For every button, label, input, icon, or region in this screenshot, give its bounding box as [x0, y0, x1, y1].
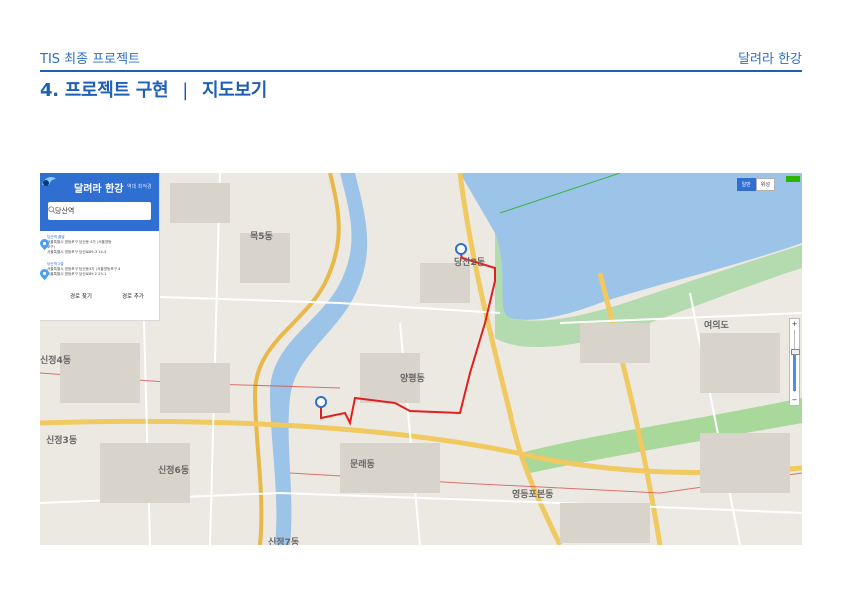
find-route-button[interactable]: 경로 찾기 — [66, 290, 96, 302]
map-label-9: 신정3동 — [46, 434, 77, 446]
route-panel: 달려라 한강 역대 최적경 당산역 당산역 출발 서울특별시 영등포구 당산동 … — [40, 173, 160, 321]
section-subtitle: 지도보기 — [202, 80, 268, 101]
zoom-control[interactable]: + − — [789, 318, 800, 406]
location-pin-icon[interactable] — [40, 239, 49, 250]
search-value: 당산역 — [55, 207, 75, 215]
han-river — [460, 173, 802, 320]
end-marker — [455, 243, 467, 255]
entry-line: 서울특별시 영등포구 당산로89 2 23-1 — [47, 272, 107, 276]
list-item[interactable]: 당산역 출발 서울특별시 영등포구 당산동 4가 (서울영등 포구) 서울특별시… — [47, 235, 155, 255]
header-divider — [40, 70, 802, 72]
map-label-6: 양평동 — [400, 372, 425, 384]
list-item[interactable]: 당산역 2출 서울특별시 영등포구 당산동3가 (서울영등포구 4 서울특별시 … — [47, 262, 155, 277]
add-route-button[interactable]: 경로 추가 — [118, 290, 148, 302]
start-marker — [315, 396, 327, 408]
location-pin-icon[interactable] — [40, 269, 49, 280]
search-input[interactable]: 당산역 — [48, 202, 151, 220]
map-label-7: 목5동 — [250, 231, 273, 242]
entry-line: 서울특별시 영등포구 당산로89-3 14-4 — [47, 250, 107, 254]
page-title: 4. 프로젝트 구현 | 지도보기 — [40, 76, 267, 102]
map-type-normal[interactable]: 일반 — [736, 178, 756, 191]
zoom-slider-handle[interactable] — [791, 349, 800, 355]
map-label-4: 신정4동 — [40, 354, 71, 366]
header-right: 달려라 한강 — [738, 52, 802, 67]
app-brand-sub: 역대 최적경 — [127, 184, 152, 190]
app-logo-icon — [42, 177, 56, 186]
panel-header: 달려라 한강 역대 최적경 당산역 — [40, 173, 159, 231]
map-provider-logo — [786, 176, 800, 182]
title-separator: | — [182, 80, 189, 101]
app-brand: 달려라 한강 — [74, 184, 124, 195]
map-label-3: 신정7동 — [268, 536, 299, 545]
map-type-toggle[interactable]: 일반 위성 — [736, 178, 775, 191]
zoom-out-icon[interactable]: − — [790, 396, 799, 404]
map-label-5: 신정6동 — [158, 464, 189, 476]
map-label-0: 당산2동 — [454, 256, 485, 268]
map-type-satellite[interactable]: 위성 — [755, 178, 775, 191]
zoom-in-icon[interactable]: + — [790, 320, 799, 328]
section-title: 4. 프로젝트 구현 — [40, 80, 169, 101]
map-label-8: 여의도 — [704, 319, 730, 331]
map-label-1: 문래동 — [350, 458, 375, 470]
map-label-2: 영등포본동 — [512, 488, 553, 500]
search-icon[interactable] — [48, 206, 56, 214]
zoom-level-fill — [793, 353, 796, 391]
header-left: TIS 최종 프로젝트 — [40, 52, 141, 67]
map-screenshot[interactable]: 당산2동 문래동 영등포본동 신정7동 신정4동 신정6동 양평동 목5동 여의… — [40, 173, 802, 545]
